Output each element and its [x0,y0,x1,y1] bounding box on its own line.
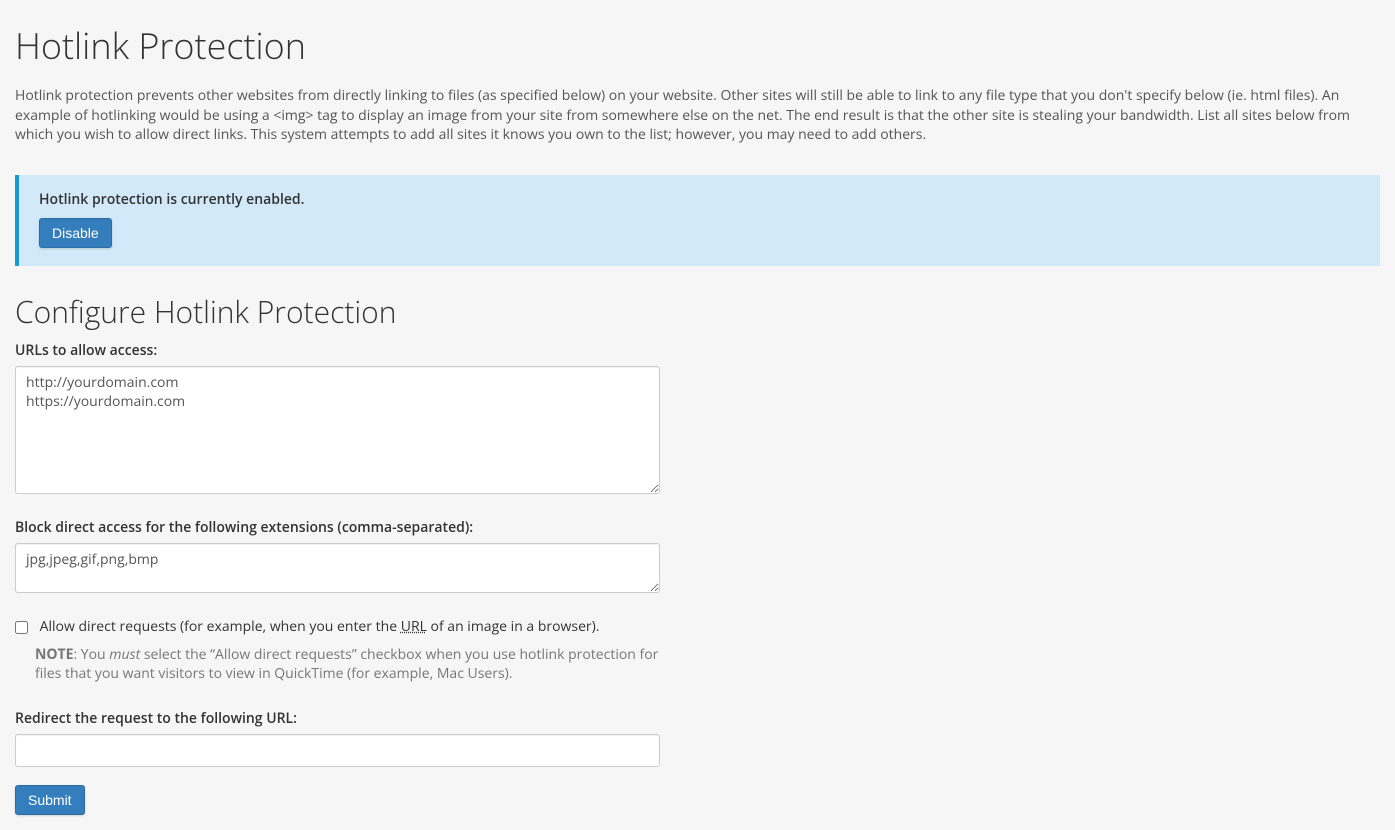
status-text: Hotlink protection is currently enabled. [39,190,1360,210]
note-em: must [109,645,140,664]
page-description: Hotlink protection prevents other websit… [15,86,1380,145]
urls-textarea[interactable] [15,366,660,494]
allow-direct-note: NOTE: You must select the “Allow direct … [35,645,660,684]
page-title: Hotlink Protection [15,20,1380,71]
extensions-label: Block direct access for the following ex… [15,518,660,538]
urls-label: URLs to allow access: [15,341,660,361]
allow-direct-pre: Allow direct requests (for example, when… [40,617,401,636]
allow-direct-post: of an image in a browser). [427,617,600,636]
note-label: NOTE [35,645,73,664]
submit-button[interactable]: Submit [15,785,85,815]
url-abbr: URL [401,617,427,636]
note-pre: : You [73,645,109,664]
redirect-input[interactable] [15,734,660,767]
disable-button[interactable]: Disable [39,218,112,248]
allow-direct-label[interactable]: Allow direct requests (for example, when… [40,617,600,636]
configure-heading: Configure Hotlink Protection [15,291,1380,334]
status-alert: Hotlink protection is currently enabled.… [15,175,1380,266]
allow-direct-checkbox[interactable] [15,621,28,634]
redirect-label: Redirect the request to the following UR… [15,709,660,729]
extensions-textarea[interactable] [15,543,660,593]
